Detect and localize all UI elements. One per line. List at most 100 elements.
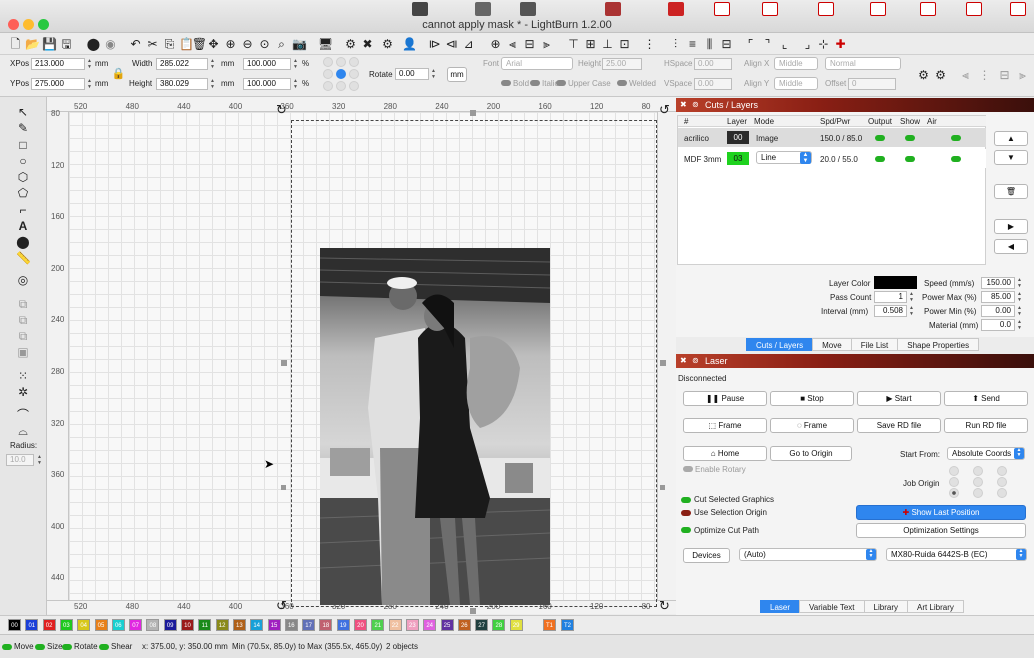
job-origin-center[interactable] xyxy=(973,477,983,487)
power-min-stepper[interactable]: ▲ ▼ xyxy=(1016,305,1023,317)
layer-next-button[interactable]: ▶ xyxy=(994,219,1028,234)
text-align-icon[interactable]: ⫷ xyxy=(958,67,973,82)
width-percent-input[interactable]: 100.000 xyxy=(243,58,291,70)
layer-color-swatch[interactable] xyxy=(874,276,917,289)
align-left-icon[interactable]: ⫷ xyxy=(505,36,520,51)
move-toggle[interactable] xyxy=(2,644,12,650)
origin-top-left[interactable] xyxy=(323,57,333,67)
size-toggle[interactable] xyxy=(35,644,45,650)
rotate-handle-top-left-icon[interactable]: ↻ xyxy=(274,102,289,117)
panel-close-icon[interactable]: ✖ xyxy=(680,354,687,368)
palette-swatch-20[interactable]: 20 xyxy=(354,619,367,631)
use-selection-origin-toggle[interactable] xyxy=(681,510,691,516)
layer-swatch[interactable]: 03 xyxy=(727,152,749,165)
open-file-icon[interactable]: 📂 xyxy=(25,36,40,51)
job-origin-top-left[interactable] xyxy=(949,466,959,476)
palette-swatch-t2[interactable]: T2 xyxy=(561,619,574,631)
line-tool-icon[interactable]: ⌐ xyxy=(16,203,30,217)
send-button[interactable]: ⬆ Send xyxy=(944,391,1028,406)
speed-stepper[interactable]: ▲ ▼ xyxy=(1016,277,1023,289)
scale-handle-right[interactable] xyxy=(660,360,666,366)
alignx-select[interactable]: Middle xyxy=(774,57,818,70)
lock-icon[interactable]: 🔒 xyxy=(111,67,126,82)
table-row[interactable]: MDF 3mm 03 Line ▲ ▼ 20.0 / 55.0 xyxy=(678,149,986,168)
center-icon[interactable]: ⊕ xyxy=(488,36,503,51)
scale-handle-bottom[interactable] xyxy=(470,608,476,614)
radius-stepper[interactable]: ▲ ▼ xyxy=(36,454,43,466)
interval-stepper[interactable]: ▲ ▼ xyxy=(908,305,915,317)
tab-shape-properties[interactable]: Shape Properties xyxy=(897,338,980,351)
rotate-toggle[interactable] xyxy=(62,644,72,650)
bold-toggle[interactable] xyxy=(501,80,511,86)
origin-middle-right[interactable] xyxy=(349,69,359,79)
height-stepper[interactable]: ▲ ▼ xyxy=(209,78,216,90)
speed-input[interactable]: 150.00 xyxy=(981,277,1015,289)
welded-toggle[interactable] xyxy=(617,80,627,86)
apply-path-icon[interactable]: ⚙ xyxy=(916,67,931,82)
palette-swatch-28[interactable]: 28 xyxy=(492,619,506,631)
zoom-out-icon[interactable]: ⊖ xyxy=(240,36,255,51)
laser-position-icon[interactable]: ✚ xyxy=(833,36,848,51)
power-max-input[interactable]: 85.00 xyxy=(981,291,1015,303)
devices-button[interactable]: Devices xyxy=(683,548,730,563)
tab-laser[interactable]: Laser xyxy=(760,600,801,613)
height-input[interactable]: 380.029 xyxy=(156,78,208,90)
chamfer-tool-icon[interactable]: ⌓ xyxy=(16,424,30,438)
frame-rect-button[interactable]: ⬚ Frame xyxy=(683,418,767,433)
align-page-icon[interactable]: ⊡ xyxy=(617,36,632,51)
palette-swatch-27[interactable]: 27 xyxy=(475,619,489,631)
origin-top-right[interactable] xyxy=(349,57,359,67)
edit-nodes-tool-icon[interactable]: ✎ xyxy=(16,121,30,135)
aligny-select[interactable]: Middle xyxy=(774,77,818,90)
grid-array-icon[interactable]: ⁙ xyxy=(16,369,30,383)
start-button[interactable]: ▶ Start xyxy=(857,391,941,406)
palette-swatch-01[interactable]: 01 xyxy=(25,619,39,631)
xpos-stepper[interactable]: ▲ ▼ xyxy=(86,58,93,70)
new-file-icon[interactable]: 🗋 xyxy=(8,36,23,51)
start-from-arrow-icon[interactable]: ▲ ▼ xyxy=(1014,448,1024,459)
job-origin-top-right[interactable] xyxy=(997,466,1007,476)
job-origin-middle-left[interactable] xyxy=(949,477,959,487)
polygon-tool-icon[interactable]: ⬡ xyxy=(16,170,30,184)
palette-swatch-16[interactable]: 16 xyxy=(284,619,298,631)
job-origin-top-center[interactable] xyxy=(973,466,983,476)
zoom-page-icon[interactable]: ⌕ xyxy=(274,36,289,51)
device-model-select[interactable]: MX80-Ruida 6442S-B (EC) xyxy=(886,548,1027,561)
ypos-input[interactable]: 275.000 xyxy=(31,78,85,90)
run-rd-button[interactable]: Run RD file xyxy=(944,418,1028,433)
tab-file-list[interactable]: File List xyxy=(850,338,899,351)
palette-swatch-12[interactable]: 12 xyxy=(215,619,229,631)
upper-case-toggle[interactable] xyxy=(556,80,566,86)
tools-icon[interactable]: ✖ xyxy=(360,36,375,51)
font-select[interactable]: Arial xyxy=(501,57,573,70)
text-style-select[interactable]: Normal xyxy=(825,57,901,70)
job-origin-bottom-center[interactable] xyxy=(973,488,983,498)
import-icon[interactable]: ⬤ xyxy=(86,36,101,51)
job-origin-middle-right[interactable] xyxy=(997,477,1007,487)
monitor-icon[interactable]: 🖥 xyxy=(318,36,333,51)
layer-prev-button[interactable]: ◀ xyxy=(994,239,1028,254)
rotate-stepper[interactable]: ▲ ▼ xyxy=(430,68,437,80)
origin-center[interactable] xyxy=(336,69,346,79)
panel-float-icon[interactable]: ⊚ xyxy=(692,354,699,368)
palette-swatch-18[interactable]: 18 xyxy=(319,619,333,631)
optimization-settings-button[interactable]: Optimization Settings xyxy=(856,523,1026,538)
palette-swatch-11[interactable]: 11 xyxy=(198,619,212,631)
show-toggle[interactable] xyxy=(905,156,915,162)
rotate-icon[interactable]: ⊿ xyxy=(461,36,476,51)
camera-icon[interactable]: 📷 xyxy=(292,36,307,51)
palette-swatch-09[interactable]: 09 xyxy=(163,619,177,631)
layer-down-button[interactable]: ▼ xyxy=(994,150,1028,165)
shear-toggle[interactable] xyxy=(99,644,109,650)
zoom-in-icon[interactable]: ⊕ xyxy=(223,36,238,51)
position-laser-icon[interactable]: ⬤ xyxy=(16,235,30,249)
output-toggle[interactable] xyxy=(875,156,885,162)
distribute-h-icon[interactable]: ⋮ xyxy=(642,36,657,51)
move-lower-left-icon[interactable]: ⌞ xyxy=(777,36,792,51)
hspace-input[interactable]: 0.00 xyxy=(694,58,732,70)
device-port-select[interactable]: (Auto) xyxy=(739,548,877,561)
boolean-difference-icon[interactable]: ⧉ xyxy=(16,313,30,327)
text-tool-icon[interactable]: A xyxy=(16,219,30,233)
origin-bottom-center[interactable] xyxy=(336,81,346,91)
job-origin-bottom-right[interactable] xyxy=(997,488,1007,498)
